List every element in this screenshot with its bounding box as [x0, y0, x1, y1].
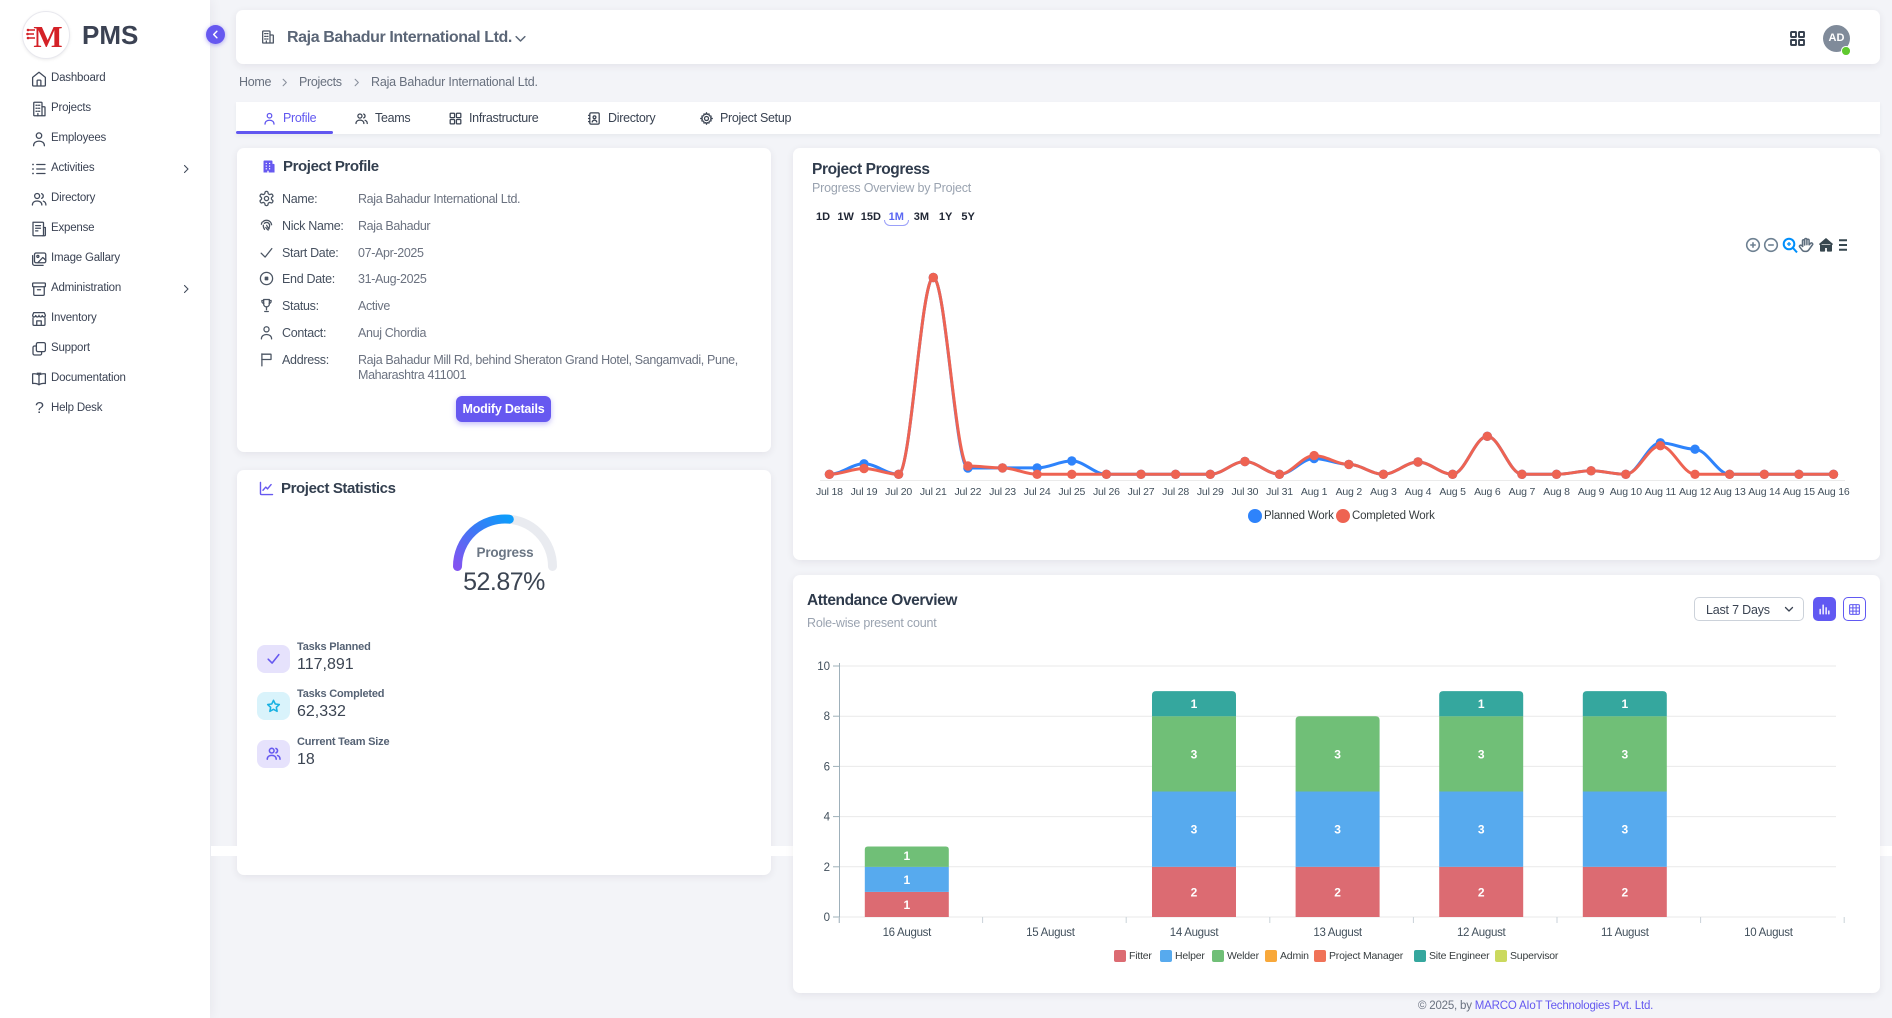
svg-text:M: M [33, 19, 62, 54]
